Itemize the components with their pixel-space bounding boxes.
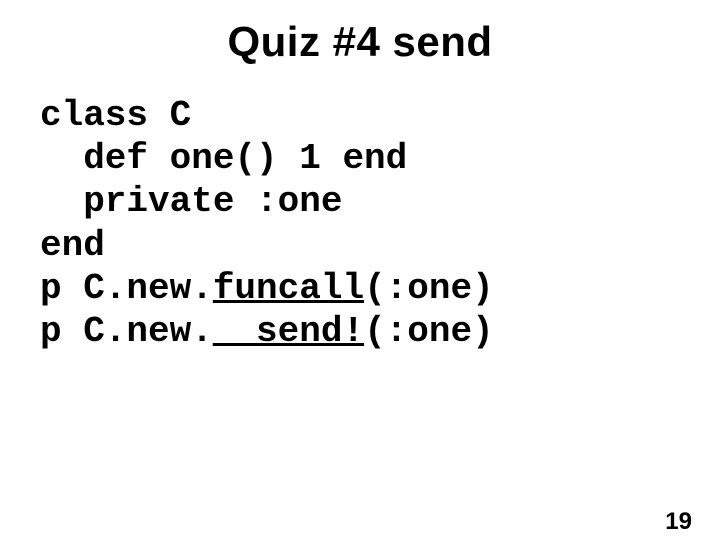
code-line-1: class C [40, 95, 191, 136]
page-number: 19 [665, 508, 692, 536]
slide-title: Quiz #4 send [0, 18, 720, 66]
code-line-5-identifier: funcall [213, 268, 364, 309]
code-line-2: def one() 1 end [40, 138, 407, 179]
code-line-5-prefix: p C.new. [40, 268, 213, 309]
code-line-6-identifier: __send! [213, 311, 364, 352]
code-line-5-suffix: (:one) [364, 268, 494, 309]
code-line-6-prefix: p C.new. [40, 311, 213, 352]
code-line-6-suffix: (:one) [364, 311, 494, 352]
code-block: class C def one() 1 end private :one end… [40, 94, 720, 353]
code-line-4: end [40, 225, 105, 266]
code-line-3: private :one [40, 181, 342, 222]
